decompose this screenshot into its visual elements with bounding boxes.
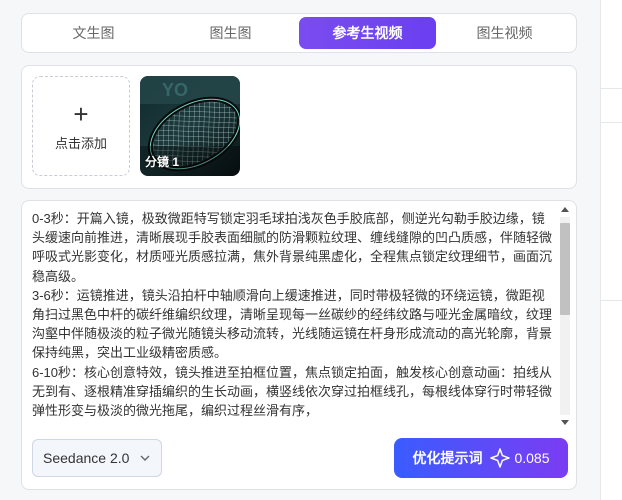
add-reference-button[interactable]: + 点击添加 — [32, 76, 130, 176]
prompt-box: 0-3秒：开篇入镜，极致微距特写锁定羽毛球拍浅灰色手胶底部，侧逆光勾勒手胶边缘，… — [21, 200, 577, 490]
generation-panel: 文生图 图生图 参考生视频 图生视频 + 点击添加 YO 分镜 1 0-3秒：开… — [0, 0, 600, 500]
add-reference-label: 点击添加 — [54, 135, 107, 151]
tab-reference-to-video[interactable]: 参考生视频 — [299, 17, 436, 49]
tab-image-to-video[interactable]: 图生视频 — [436, 17, 573, 49]
optimize-prompt-button[interactable]: 优化提示词 0.085 — [394, 438, 568, 478]
prompt-scrollbar[interactable] — [558, 205, 572, 427]
mode-tabs: 文生图 图生图 参考生视频 图生视频 — [21, 13, 577, 53]
scroll-thumb[interactable] — [560, 223, 570, 315]
optimize-prompt-label: 优化提示词 — [412, 450, 483, 466]
model-select[interactable]: Seedance 2.0 — [32, 439, 162, 477]
svg-text:YO: YO — [162, 80, 188, 100]
reference-images-box: + 点击添加 YO 分镜 1 — [21, 65, 577, 189]
divider — [601, 88, 622, 89]
scroll-up-icon[interactable] — [561, 207, 569, 212]
optimize-cost: 0.085 — [514, 450, 550, 466]
storyboard-label: 分镜 1 — [145, 155, 180, 169]
right-side-panel-edge — [600, 0, 622, 500]
model-select-value: Seedance 2.0 — [43, 450, 130, 466]
tab-text-to-image[interactable]: 文生图 — [25, 17, 162, 49]
plus-icon: + — [73, 98, 89, 129]
credit-diamond-icon — [490, 448, 511, 468]
scroll-down-icon[interactable] — [561, 420, 569, 425]
divider — [601, 122, 622, 123]
chevron-down-icon — [140, 455, 150, 461]
prompt-textarea[interactable]: 0-3秒：开篇入镜，极致微距特写锁定羽毛球拍浅灰色手胶底部，侧逆光勾勒手胶边缘，… — [32, 209, 556, 429]
divider — [601, 300, 622, 301]
reference-thumbnail[interactable]: YO 分镜 1 — [140, 76, 240, 176]
tab-image-to-image[interactable]: 图生图 — [162, 17, 299, 49]
